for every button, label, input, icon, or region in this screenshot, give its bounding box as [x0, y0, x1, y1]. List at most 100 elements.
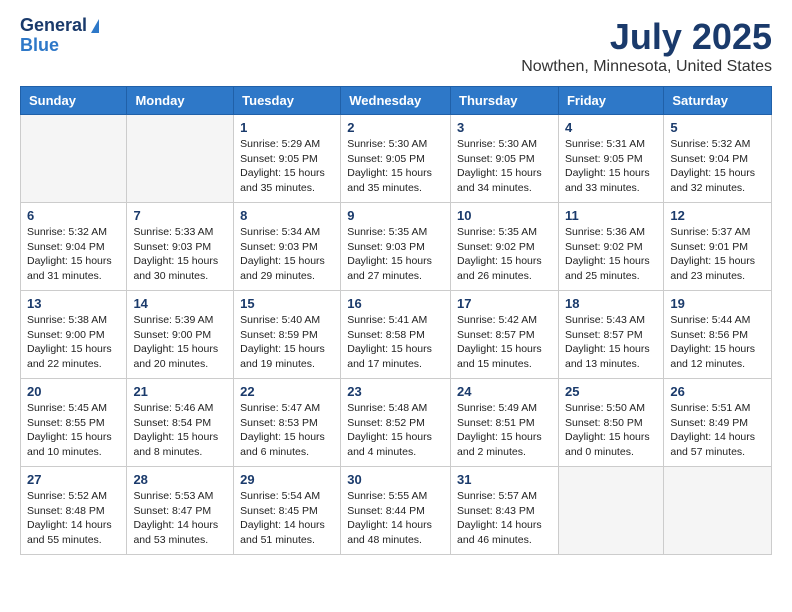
calendar-cell: 28 Sunrise: 5:53 AM Sunset: 8:47 PM Dayli… — [127, 467, 234, 555]
calendar-cell: 26 Sunrise: 5:51 AM Sunset: 8:49 PM Dayli… — [664, 379, 772, 467]
subtitle: Nowthen, Minnesota, United States — [521, 58, 772, 76]
day-number: 27 — [27, 472, 120, 487]
day-number: 18 — [565, 296, 657, 311]
main-title: July 2025 — [521, 16, 772, 58]
calendar-cell: 23Sunrise: 5:48 AM Sunset: 8:52 PM Dayli… — [341, 379, 451, 467]
calendar-cell — [127, 115, 234, 203]
day-info: Sunrise: 5:38 AM Sunset: 9:00 PM Dayligh… — [27, 313, 120, 372]
day-number: 8 — [240, 208, 334, 223]
calendar-cell: 25 Sunrise: 5:50 AM Sunset: 8:50 PM Dayli… — [558, 379, 663, 467]
calendar-cell: 22Sunrise: 5:47 AM Sunset: 8:53 PM Dayli… — [234, 379, 341, 467]
calendar-cell — [558, 467, 663, 555]
calendar-day-header: Friday — [558, 87, 663, 115]
day-number: 21 — [133, 384, 227, 399]
day-info: Sunrise: 5:44 AM Sunset: 8:56 PM Dayligh… — [670, 313, 765, 372]
title-block: July 2025 Nowthen, Minnesota, United Sta… — [521, 16, 772, 76]
day-info: Sunrise: 5:51 AM Sunset: 8:49 PM Dayligh… — [670, 401, 765, 460]
day-info: Sunrise: 5:41 AM Sunset: 8:58 PM Dayligh… — [347, 313, 444, 372]
calendar-cell: 3 Sunrise: 5:30 AM Sunset: 9:05 PM Daylig… — [451, 115, 559, 203]
day-number: 3 — [457, 120, 552, 135]
day-number: 16 — [347, 296, 444, 311]
day-info: Sunrise: 5:42 AM Sunset: 8:57 PM Dayligh… — [457, 313, 552, 372]
day-info: Sunrise: 5:50 AM Sunset: 8:50 PM Dayligh… — [565, 401, 657, 460]
day-number: 11 — [565, 208, 657, 223]
day-number: 26 — [670, 384, 765, 399]
day-info: Sunrise: 5:54 AM Sunset: 8:45 PM Dayligh… — [240, 489, 334, 548]
day-number: 13 — [27, 296, 120, 311]
day-info: Sunrise: 5:40 AM Sunset: 8:59 PM Dayligh… — [240, 313, 334, 372]
calendar-cell — [21, 115, 127, 203]
day-info: Sunrise: 5:37 AM Sunset: 9:01 PM Dayligh… — [670, 225, 765, 284]
calendar-cell: 13 Sunrise: 5:38 AM Sunset: 9:00 PM Dayli… — [21, 291, 127, 379]
day-number: 24 — [457, 384, 552, 399]
calendar-cell: 8 Sunrise: 5:34 AM Sunset: 9:03 PM Daylig… — [234, 203, 341, 291]
day-number: 6 — [27, 208, 120, 223]
day-number: 12 — [670, 208, 765, 223]
calendar-cell: 30Sunrise: 5:55 AM Sunset: 8:44 PM Dayli… — [341, 467, 451, 555]
day-info: Sunrise: 5:34 AM Sunset: 9:03 PM Dayligh… — [240, 225, 334, 284]
calendar-day-header: Tuesday — [234, 87, 341, 115]
calendar-cell: 29 Sunrise: 5:54 AM Sunset: 8:45 PM Dayli… — [234, 467, 341, 555]
day-number: 25 — [565, 384, 657, 399]
day-number: 1 — [240, 120, 334, 135]
day-info: Sunrise: 5:32 AM Sunset: 9:04 PM Dayligh… — [27, 225, 120, 284]
calendar-cell — [664, 467, 772, 555]
day-info: Sunrise: 5:35 AM Sunset: 9:03 PM Dayligh… — [347, 225, 444, 284]
logo: General Blue — [20, 16, 99, 56]
calendar-day-header: Wednesday — [341, 87, 451, 115]
calendar-cell: 27 Sunrise: 5:52 AM Sunset: 8:48 PM Dayli… — [21, 467, 127, 555]
day-info: Sunrise: 5:36 AM Sunset: 9:02 PM Dayligh… — [565, 225, 657, 284]
calendar-cell: 10 Sunrise: 5:35 AM Sunset: 9:02 PM Dayli… — [451, 203, 559, 291]
day-info: Sunrise: 5:52 AM Sunset: 8:48 PM Dayligh… — [27, 489, 120, 548]
day-number: 4 — [565, 120, 657, 135]
day-number: 10 — [457, 208, 552, 223]
day-info: Sunrise: 5:30 AM Sunset: 9:05 PM Dayligh… — [347, 137, 444, 196]
day-number: 14 — [133, 296, 227, 311]
day-number: 15 — [240, 296, 334, 311]
page: General Blue July 2025 Nowthen, Minnesot… — [0, 0, 792, 571]
day-info: Sunrise: 5:30 AM Sunset: 9:05 PM Dayligh… — [457, 137, 552, 196]
calendar-cell: 15 Sunrise: 5:40 AM Sunset: 8:59 PM Dayli… — [234, 291, 341, 379]
day-number: 28 — [133, 472, 227, 487]
calendar-cell: 11 Sunrise: 5:36 AM Sunset: 9:02 PM Dayli… — [558, 203, 663, 291]
week-row: 1 Sunrise: 5:29 AM Sunset: 9:05 PM Daylig… — [21, 115, 772, 203]
calendar-cell: 9 Sunrise: 5:35 AM Sunset: 9:03 PM Daylig… — [341, 203, 451, 291]
day-number: 31 — [457, 472, 552, 487]
day-number: 7 — [133, 208, 227, 223]
day-info: Sunrise: 5:43 AM Sunset: 8:57 PM Dayligh… — [565, 313, 657, 372]
calendar-cell: 21 Sunrise: 5:46 AM Sunset: 8:54 PM Dayli… — [127, 379, 234, 467]
calendar-cell: 18 Sunrise: 5:43 AM Sunset: 8:57 PM Dayli… — [558, 291, 663, 379]
day-info: Sunrise: 5:32 AM Sunset: 9:04 PM Dayligh… — [670, 137, 765, 196]
day-number: 19 — [670, 296, 765, 311]
calendar-cell: 17Sunrise: 5:42 AM Sunset: 8:57 PM Dayli… — [451, 291, 559, 379]
day-number: 22 — [240, 384, 334, 399]
calendar-day-header: Sunday — [21, 87, 127, 115]
calendar-day-header: Monday — [127, 87, 234, 115]
calendar-cell: 7Sunrise: 5:33 AM Sunset: 9:03 PM Daylig… — [127, 203, 234, 291]
calendar-cell: 5Sunrise: 5:32 AM Sunset: 9:04 PM Daylig… — [664, 115, 772, 203]
week-row: 27 Sunrise: 5:52 AM Sunset: 8:48 PM Dayli… — [21, 467, 772, 555]
day-info: Sunrise: 5:53 AM Sunset: 8:47 PM Dayligh… — [133, 489, 227, 548]
calendar-cell: 4Sunrise: 5:31 AM Sunset: 9:05 PM Daylig… — [558, 115, 663, 203]
day-info: Sunrise: 5:39 AM Sunset: 9:00 PM Dayligh… — [133, 313, 227, 372]
calendar-cell: 12 Sunrise: 5:37 AM Sunset: 9:01 PM Dayli… — [664, 203, 772, 291]
calendar-cell: 19 Sunrise: 5:44 AM Sunset: 8:56 PM Dayli… — [664, 291, 772, 379]
calendar-day-header: Thursday — [451, 87, 559, 115]
calendar-cell: 6 Sunrise: 5:32 AM Sunset: 9:04 PM Daylig… — [21, 203, 127, 291]
day-number: 9 — [347, 208, 444, 223]
logo-triangle-icon — [91, 19, 99, 33]
calendar-header-row: SundayMondayTuesdayWednesdayThursdayFrid… — [21, 87, 772, 115]
day-info: Sunrise: 5:46 AM Sunset: 8:54 PM Dayligh… — [133, 401, 227, 460]
day-info: Sunrise: 5:48 AM Sunset: 8:52 PM Dayligh… — [347, 401, 444, 460]
calendar-cell: 2Sunrise: 5:30 AM Sunset: 9:05 PM Daylig… — [341, 115, 451, 203]
day-info: Sunrise: 5:35 AM Sunset: 9:02 PM Dayligh… — [457, 225, 552, 284]
logo-general: General — [20, 16, 87, 36]
day-info: Sunrise: 5:45 AM Sunset: 8:55 PM Dayligh… — [27, 401, 120, 460]
week-row: 6 Sunrise: 5:32 AM Sunset: 9:04 PM Daylig… — [21, 203, 772, 291]
week-row: 20Sunrise: 5:45 AM Sunset: 8:55 PM Dayli… — [21, 379, 772, 467]
day-info: Sunrise: 5:49 AM Sunset: 8:51 PM Dayligh… — [457, 401, 552, 460]
day-info: Sunrise: 5:29 AM Sunset: 9:05 PM Dayligh… — [240, 137, 334, 196]
calendar-cell: 24 Sunrise: 5:49 AM Sunset: 8:51 PM Dayli… — [451, 379, 559, 467]
day-number: 30 — [347, 472, 444, 487]
day-number: 29 — [240, 472, 334, 487]
